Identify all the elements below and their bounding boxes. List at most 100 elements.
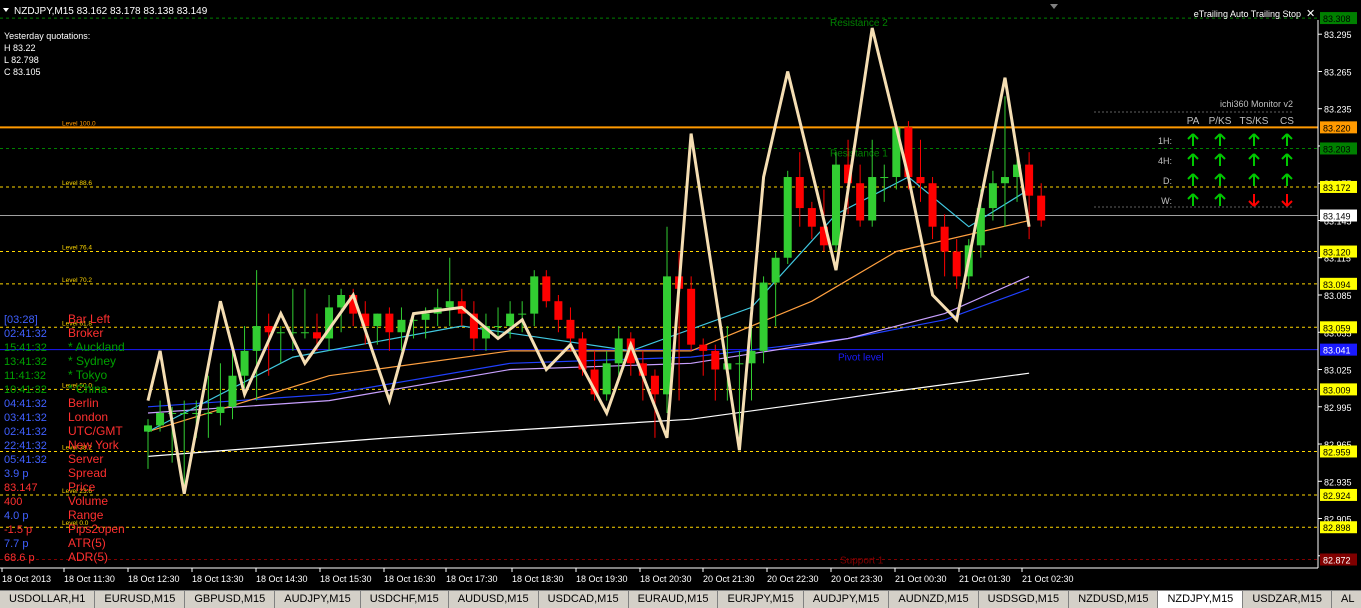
chart-tab[interactable]: USDCAD,M15 [539,591,629,608]
support-1-label: Support 1 [840,556,884,567]
chart-tab[interactable]: AL [1332,591,1361,608]
info-value: 11:41:32 [4,370,46,382]
monitor-row-label: W: [1161,196,1172,206]
info-value: 400 [4,496,22,508]
fib-level-tag: 83.094 [1323,280,1351,290]
resistance-1-label: Resistance 1 [830,148,888,159]
info-value: 05:41:32 [4,454,47,466]
chart-tab[interactable]: GBPUSD,M15 [185,591,276,608]
chart-tab[interactable]: EURUSD,M15 [95,591,186,608]
close-icon[interactable]: ✕ [1306,8,1315,20]
chart-tab[interactable]: AUDNZD,M15 [889,591,979,608]
info-label: ADR(5) [68,550,108,564]
yesterday-high: H 83.22 [4,43,36,53]
time-tick-label: 20 Oct 21:30 [703,574,755,584]
info-label: * China [68,382,108,396]
chart-tab[interactable]: AUDJPY,M15 [804,591,890,608]
candle-body [807,208,816,227]
candle-body [928,183,937,227]
chart-tab[interactable]: USDSGD,M15 [979,591,1070,608]
info-label: Price [68,480,96,494]
candle-body [868,177,877,221]
time-tick-label: 18 Oct 11:30 [64,574,115,584]
info-value: 3.9 p [4,468,28,480]
chart-tab[interactable]: NZDJPY,M15 [1158,591,1244,608]
time-tick-label: 18 Oct 14:30 [256,574,308,584]
info-label: New York [68,438,120,452]
candle-body [494,326,503,328]
candle-body [397,319,406,333]
time-tick-label: 18 Oct 17:30 [446,574,498,584]
candle-body [1037,195,1046,221]
chart-tab[interactable]: EURAUD,M15 [629,591,719,608]
chart-tab[interactable]: AUDUSD,M15 [449,591,539,608]
candle-body [252,326,261,351]
info-label: Range [68,508,104,522]
candle-body [518,313,527,315]
info-label: Pips2open [68,522,125,536]
fib-level-tag: 82.898 [1323,523,1351,533]
fib-level-tag: 83.172 [1323,183,1351,193]
candle-body [530,276,539,314]
chart-tab[interactable]: USDOLLAR,H1 [0,591,96,608]
info-value: 02:41:32 [4,328,47,340]
info-value: 13:41:32 [4,356,47,368]
info-label: * Sydney [68,354,116,368]
info-value: 04:41:32 [4,398,47,410]
candle-body [831,164,840,246]
fib-level-tag: 83.120 [1323,248,1351,258]
info-label: * Auckland [68,340,125,354]
candle-body [216,406,225,413]
info-label: UTC/GMT [68,424,123,438]
candle-body [1000,177,1009,184]
monitor-row-label: D: [1163,176,1172,186]
price-chart[interactable]: Resistance 2 Resistance 1 Support 1 Pivot l… [0,0,1361,590]
fib-level-label: Level 88.6 [62,180,92,187]
time-tick-label: 18 Oct 19:30 [576,574,628,584]
chart-tab[interactable]: USDZAR,M15 [1243,591,1332,608]
monitor-column-header: PA [1187,116,1200,127]
yesterday-low: L 82.798 [4,55,39,65]
expert-title: eTrailing Auto Trailing Stop [1194,9,1301,19]
info-label: Server [68,452,103,466]
chart-tab[interactable]: USDCHF,M15 [361,591,449,608]
chart-tab[interactable]: NZDUSD,M15 [1069,591,1159,608]
info-label: ATR(5) [68,536,106,550]
candle-body [204,412,213,414]
price-tick-label: 82.935 [1324,477,1352,487]
pivot-tag: 83.041 [1323,346,1351,356]
info-value: 15:41:32 [4,342,47,354]
time-tick-label: 20 Oct 22:30 [767,574,819,584]
info-value: [03:28] [4,314,38,326]
price-tick-label: 83.235 [1324,105,1352,115]
time-tick-label: 18 Oct 15:30 [320,574,372,584]
info-value: 22:41:32 [4,440,47,452]
info-label: * Tokyo [68,368,107,382]
candle-body [856,183,865,221]
candle-body [542,276,551,302]
candle-body [783,177,792,258]
yesterday-close: C 83.105 [4,67,41,77]
time-tick-label: 18 Oct 18:30 [512,574,564,584]
chart-tab[interactable]: EURJPY,M15 [718,591,804,608]
yesterday-title: Yesterday quotations: [4,31,90,41]
fib-level-tag: 83.059 [1323,323,1351,333]
time-tick-label: 18 Oct 12:30 [128,574,180,584]
info-label: Volume [68,494,108,508]
fib-level-label: Level 100.0 [62,120,96,127]
info-label: Spread [68,466,107,480]
info-value: -1.5 p [4,524,32,536]
symbol-header: NZDJPY,M15 83.162 83.178 83.138 83.149 [14,6,208,17]
info-label: Bar Left [68,312,111,326]
info-value: 68.6 p [4,552,35,564]
chart-tab[interactable]: AUDJPY,M15 [275,591,361,608]
candle-body [771,257,780,283]
price-tick-label: 83.025 [1324,366,1352,376]
candle-body [940,226,949,252]
info-value: 10:41:32 [4,384,47,396]
price-tick-label: 82.995 [1324,403,1352,413]
candle-body [312,332,321,339]
info-label: London [68,410,108,424]
candle-body [759,282,768,351]
fib-level-tag: 83.220 [1323,123,1351,133]
